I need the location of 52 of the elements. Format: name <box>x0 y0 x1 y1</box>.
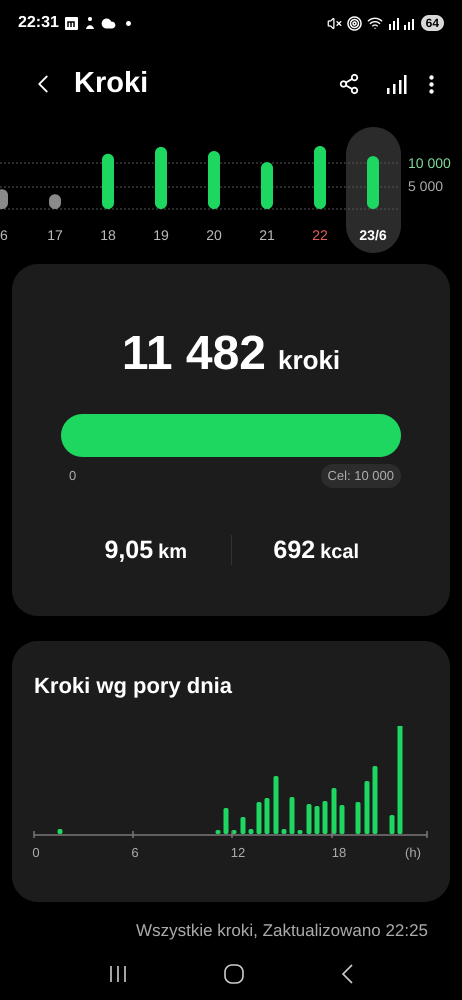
day-label[interactable]: 21 <box>259 227 275 243</box>
hotspot-icon <box>346 16 362 30</box>
step-bar <box>155 146 167 209</box>
more-icon <box>429 74 434 94</box>
stat-value: 9,05 <box>104 534 154 566</box>
update-note: Wszystkie kroki, Zaktualizowano 22:25 <box>136 920 428 942</box>
step-unit: kroki <box>278 344 340 377</box>
step-count: 11 482 <box>122 330 266 378</box>
day-label[interactable]: 17 <box>47 227 63 243</box>
axis-label: 12 <box>230 845 246 860</box>
stat-value: 692 <box>273 534 316 566</box>
cloud-icon <box>100 16 116 30</box>
home-icon[interactable] <box>224 964 244 984</box>
step-bar <box>102 154 114 209</box>
wifi-icon <box>366 15 383 31</box>
goal-label: Cel: 10 000 <box>320 464 401 488</box>
day-label[interactable]: 18 <box>100 227 116 243</box>
recent-apps-icon[interactable] <box>108 964 128 982</box>
chart-button[interactable] <box>385 73 407 95</box>
axis-label: 6 <box>131 845 139 860</box>
step-bar <box>261 162 273 209</box>
step-bar <box>49 194 61 209</box>
battery-indicator: 64 <box>420 15 444 31</box>
progress-min-label: 0 <box>69 467 76 485</box>
share-icon <box>338 73 360 95</box>
day-label[interactable]: 20 <box>206 227 222 243</box>
day-label[interactable]: 6 <box>0 227 8 243</box>
axis-label: (h) <box>405 845 421 860</box>
axis-label: 5 000 <box>408 178 444 194</box>
figure-icon <box>84 16 95 30</box>
stat-unit: km <box>158 540 188 564</box>
clock: 22:31 <box>18 13 59 33</box>
day-label[interactable]: 23/6 <box>359 227 387 243</box>
mute-icon <box>326 16 342 30</box>
axis-label: 10 000 <box>408 155 451 171</box>
app-notification-icon <box>64 16 78 30</box>
back-nav-icon[interactable] <box>340 964 354 984</box>
axis-label: 0 <box>32 845 40 860</box>
day-label[interactable]: 22 <box>312 227 328 243</box>
step-bar <box>0 189 8 209</box>
step-bar <box>208 151 220 209</box>
bar-chart-icon <box>385 73 407 95</box>
page-title: Kroki <box>74 66 148 102</box>
axis-label: 18 <box>332 845 346 860</box>
share-button[interactable] <box>338 73 360 95</box>
more-button[interactable] <box>429 74 434 94</box>
step-bar <box>314 146 326 209</box>
day-label[interactable]: 19 <box>153 227 169 243</box>
stat-unit: kcal <box>320 540 360 564</box>
step-bar <box>367 156 379 209</box>
signal-icon <box>388 16 416 30</box>
section-title: Kroki wg pory dnia <box>34 672 234 700</box>
